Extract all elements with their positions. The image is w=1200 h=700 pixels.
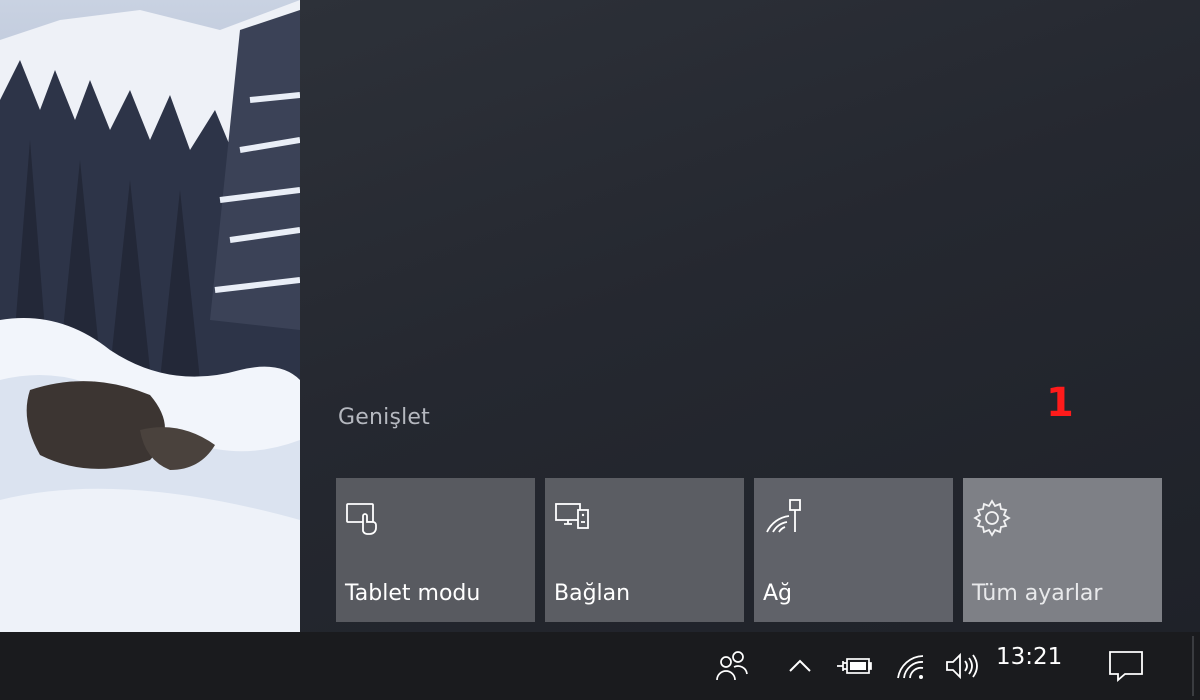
annotation-number: 1: [1046, 380, 1074, 426]
expand-link[interactable]: Genişlet: [338, 405, 430, 430]
quick-action-connect[interactable]: Bağlan: [545, 478, 744, 622]
settings-gear-icon: [972, 498, 1012, 538]
people-icon[interactable]: [712, 644, 752, 688]
desktop-wallpaper: [0, 0, 300, 632]
volume-icon[interactable]: [942, 644, 982, 688]
tablet-mode-icon: [345, 498, 385, 538]
all-settings-label: Tüm ayarlar: [972, 581, 1103, 606]
show-desktop-button[interactable]: [1192, 636, 1194, 696]
battery-charging-icon[interactable]: [834, 644, 874, 688]
network-icon: [763, 498, 803, 538]
action-center-panel: Genişlet 1 Tablet modu Bağlan Ağ Tüm aya…: [300, 0, 1200, 632]
notification-icon[interactable]: [1104, 644, 1148, 688]
network-label: Ağ: [763, 581, 793, 606]
taskbar-clock[interactable]: 13:21: [996, 644, 1062, 670]
quick-action-tablet-mode[interactable]: Tablet modu: [336, 478, 535, 622]
quick-actions: Tablet modu Bağlan Ağ Tüm ayarlar: [336, 478, 1162, 622]
wifi-icon[interactable]: [892, 644, 930, 688]
quick-action-all-settings[interactable]: Tüm ayarlar: [963, 478, 1162, 622]
tablet-mode-label: Tablet modu: [345, 581, 481, 606]
connect-label: Bağlan: [554, 581, 631, 606]
chevron-up-icon[interactable]: [784, 644, 816, 688]
connect-icon: [554, 498, 594, 538]
quick-action-network[interactable]: Ağ: [754, 478, 953, 622]
